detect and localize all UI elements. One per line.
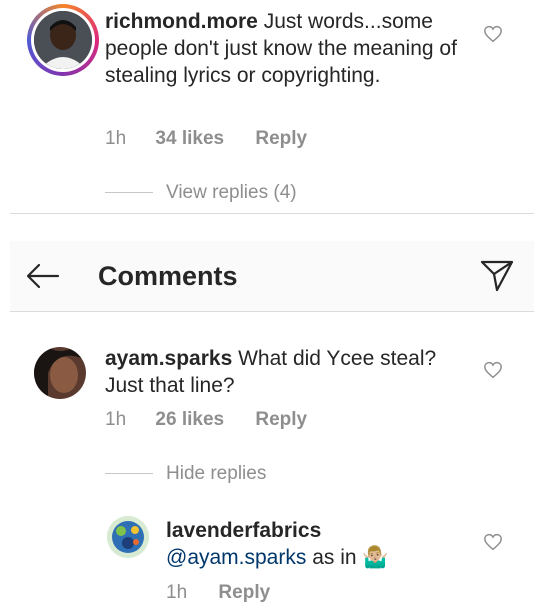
comment-username[interactable]: lavenderfabrics — [166, 519, 321, 542]
view-replies-button[interactable]: View replies (4) — [166, 182, 297, 204]
comment-body: as in — [306, 546, 363, 569]
comment-text: ayam.sparks What did Ycee steal? Just th… — [105, 345, 475, 399]
mention-link[interactable]: @ayam.sparks — [166, 546, 306, 569]
avatar-image — [34, 347, 86, 399]
avatar-image — [107, 516, 149, 558]
comment-username[interactable]: richmond.more — [105, 10, 258, 33]
heart-icon[interactable] — [483, 533, 503, 551]
heart-icon[interactable] — [483, 361, 503, 379]
divider — [10, 213, 534, 214]
comment-text: richmond.more Just words...some people d… — [105, 8, 475, 89]
arrow-left-icon[interactable] — [26, 263, 60, 289]
comment-meta: 1h 26 likes Reply — [105, 409, 307, 431]
comment-username[interactable]: ayam.sparks — [105, 347, 232, 370]
avatar[interactable] — [34, 347, 86, 399]
comment-time: 1h — [166, 582, 188, 603]
replies-line — [105, 192, 153, 193]
replies-line — [105, 473, 153, 474]
reply-button[interactable]: Reply — [255, 409, 307, 430]
reply-button[interactable]: Reply — [255, 128, 307, 149]
comment-likes[interactable]: 34 likes — [155, 128, 224, 149]
heart-icon[interactable] — [483, 25, 503, 43]
page-title: Comments — [98, 261, 238, 291]
paper-plane-icon[interactable] — [480, 259, 514, 293]
comment-time: 1h — [105, 128, 127, 149]
shrug-emoji: 🤷🏼‍♂️ — [362, 546, 389, 569]
comment-text: lavenderfabrics @ayam.sparks as in 🤷🏼‍♂️ — [166, 517, 466, 571]
avatar-image — [34, 11, 92, 69]
avatar[interactable] — [34, 11, 92, 69]
comment-meta: 1h Reply — [166, 582, 270, 604]
reply-button[interactable]: Reply — [218, 582, 270, 603]
comment-meta: 1h 34 likes Reply — [105, 128, 307, 150]
comment-likes[interactable]: 26 likes — [155, 409, 224, 430]
hide-replies-button[interactable]: Hide replies — [166, 463, 266, 485]
avatar[interactable] — [107, 516, 149, 558]
comment-time: 1h — [105, 409, 127, 430]
comments-header: Comments — [10, 241, 534, 312]
